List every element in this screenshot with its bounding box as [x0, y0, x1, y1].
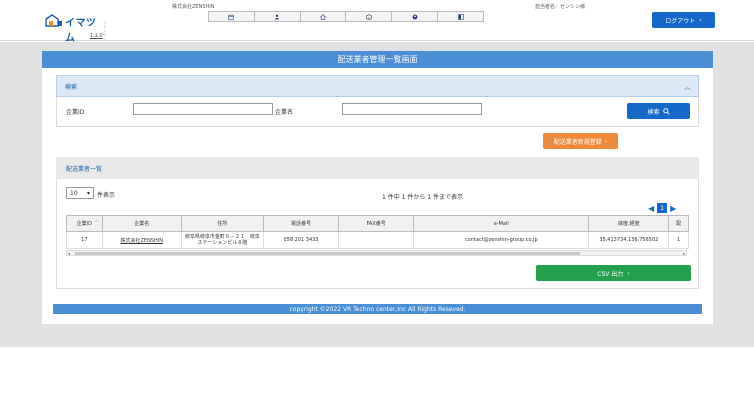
home-icon — [320, 13, 327, 20]
csv-export-label: CSV 出力 — [597, 270, 624, 278]
scroll-right-icon[interactable]: ▸ — [683, 251, 685, 256]
scrollbar-thumb[interactable] — [75, 252, 580, 255]
cell-email: contact@zenshin-group.co.jp — [413, 231, 590, 249]
register-carrier-button[interactable]: 配送業者新規登録 › — [543, 133, 618, 149]
company-id-input[interactable] — [133, 103, 273, 115]
page-number[interactable]: 1 — [657, 203, 668, 213]
carrier-table: 企業ID ^ 企業名 住所 電話番号 FAX番号 e-Mail 緯度,経度 配 1… — [66, 215, 689, 249]
list-section-label: 配送業者一覧 — [66, 166, 103, 173]
user-name: 担当者名：ゼンシン様 — [535, 4, 586, 10]
table-header-row: 企業ID ^ 企業名 住所 電話番号 FAX番号 e-Mail 緯度,経度 配 — [66, 215, 689, 232]
cell-address: 岐阜県岐阜市金町６－２１ 岐阜ステーションビル８階 — [180, 231, 264, 249]
company-name-input[interactable] — [342, 103, 482, 115]
nav-home[interactable] — [300, 11, 347, 22]
nav-people[interactable] — [254, 11, 301, 22]
logo-text: イマツム — [65, 18, 97, 44]
csv-export-button[interactable]: CSV 出力 › — [536, 265, 691, 281]
search-icon — [662, 107, 670, 115]
col-header-company-name[interactable]: 企業名 — [101, 215, 182, 232]
cell-extra: 1 — [668, 231, 689, 249]
search-section-label: 検索 — [65, 84, 78, 91]
carrier-table-container: 企業ID ^ 企業名 住所 電話番号 FAX番号 e-Mail 緯度,経度 配 1… — [66, 215, 689, 299]
register-carrier-label: 配送業者新規登録 — [553, 138, 602, 146]
col-header-address[interactable]: 住所 — [180, 215, 264, 232]
per-page-label: 件表示 — [97, 192, 116, 199]
page-title: 配送業者管理一覧画面 — [42, 51, 713, 68]
col-header-latlng[interactable]: 緯度,経度 — [588, 215, 670, 232]
per-page-value: 10 — [70, 189, 78, 197]
table-horizontal-scrollbar[interactable]: ◂ ▸ — [66, 250, 687, 256]
cell-phone: 058 201 3433 — [262, 231, 340, 249]
company-name-link[interactable]: 株式会社ZENSHIN — [120, 238, 162, 244]
col-header-fax[interactable]: FAX番号 — [338, 215, 415, 232]
cell-fax — [338, 231, 415, 249]
main-panel: 配送業者管理一覧画面 検索 ︿ 企業ID 企業名 検索 配送業者新規登録 › 配… — [42, 51, 713, 324]
search-section-header[interactable]: 検索 ︿ — [56, 75, 699, 97]
nav-calendar[interactable] — [208, 11, 255, 22]
col-header-company-id[interactable]: 企業ID ^ — [66, 215, 103, 232]
chevron-right-icon: › — [627, 269, 630, 277]
truck-logo-icon — [45, 14, 62, 27]
app-logo[interactable]: イマツム ラストワンマイル配送管理 — [45, 11, 106, 69]
chevron-right-icon: › — [699, 16, 702, 24]
nav-package[interactable] — [346, 11, 393, 22]
search-button-label: 検索 — [647, 108, 660, 116]
record-count: 1 件中 1 件から 1 件まで表示 — [382, 194, 463, 201]
main-nav — [208, 11, 484, 22]
nav-account[interactable] — [392, 11, 439, 22]
search-button[interactable]: 検索 — [627, 103, 690, 119]
pagination: ◀ 1 ▶ — [648, 203, 676, 213]
cell-latlng: 35.413734,136.756502 — [588, 231, 670, 249]
list-section-header: 配送業者一覧 — [56, 157, 699, 179]
table-row[interactable]: 17 株式会社ZENSHIN 岐阜県岐阜市金町６－２１ 岐阜ステーションビル８階… — [66, 231, 689, 249]
sort-icon: ^ — [94, 220, 99, 226]
calendar-icon — [228, 14, 235, 20]
logout-label: ログアウト — [665, 17, 696, 25]
logout-button[interactable]: ログアウト › — [652, 12, 715, 28]
chevron-down-icon: ▾ — [86, 189, 90, 197]
people-icon — [274, 14, 280, 19]
version-link[interactable]: 1.1.0 — [90, 33, 103, 39]
company-name-label: 企業名 — [275, 109, 294, 116]
prev-page-icon[interactable]: ◀ — [648, 204, 654, 213]
next-page-icon[interactable]: ▶ — [670, 204, 676, 213]
per-page-select[interactable]: 10 ▾ — [66, 187, 94, 199]
col-header-email[interactable]: e-Mail — [413, 215, 590, 232]
footer-copyright: copyright ©2022 VR Techno center,Inc All… — [53, 304, 702, 314]
company-name: 株式会社ZENSHIN — [172, 4, 215, 10]
top-header: イマツム ラストワンマイル配送管理 1.1.0 株式会社ZENSHIN 担当者名… — [0, 0, 754, 69]
chevron-up-icon[interactable]: ︿ — [684, 82, 691, 92]
cell-company-id: 17 — [66, 231, 103, 249]
book-icon — [457, 13, 464, 20]
chevron-right-icon: › — [604, 137, 608, 145]
cell-company-name[interactable]: 株式会社ZENSHIN — [101, 231, 182, 249]
scroll-left-icon[interactable]: ◂ — [68, 251, 70, 256]
col-header-phone[interactable]: 電話番号 — [262, 215, 340, 232]
company-id-label: 企業ID — [66, 109, 85, 116]
user-circle-icon — [412, 14, 418, 19]
package-icon — [366, 13, 372, 20]
col-header-extra[interactable]: 配 — [668, 215, 689, 232]
nav-manual[interactable] — [438, 11, 484, 22]
